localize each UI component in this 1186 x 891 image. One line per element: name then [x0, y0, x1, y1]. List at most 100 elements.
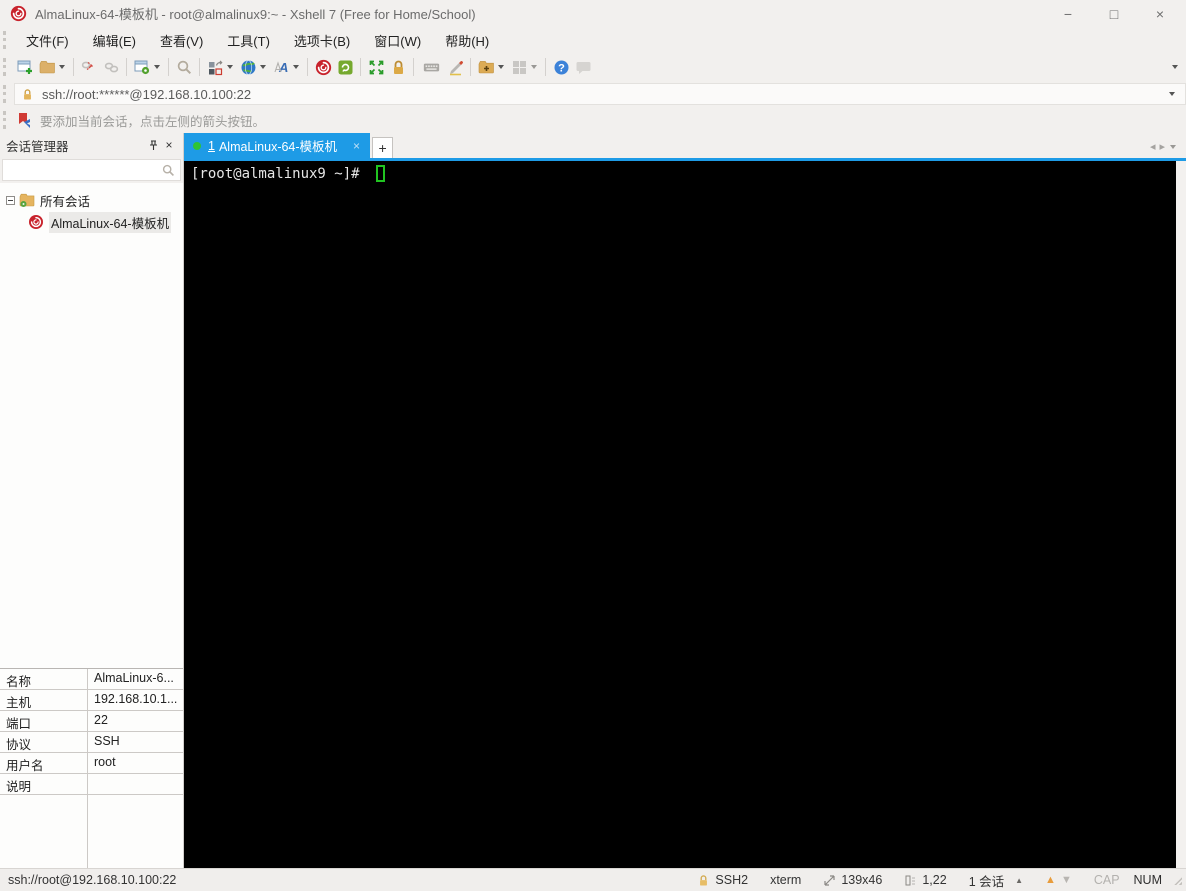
scroll-down-icon[interactable]: ▼: [1061, 874, 1072, 886]
session-manager-panel: 会话管理器 × 所有会话 AlmaLinux-64-模板机 名称 AlmaLin…: [0, 133, 184, 868]
terminal-cursor: [376, 165, 386, 182]
tab-scroll-right-icon[interactable]: ▸: [1159, 140, 1165, 153]
tab-session[interactable]: 1 AlmaLinux-64-模板机 ×: [184, 133, 371, 158]
new-session-icon[interactable]: [14, 55, 36, 79]
tab-scroll-left-icon[interactable]: ◂: [1150, 140, 1156, 153]
status-protocol: SSH2: [697, 873, 748, 887]
close-panel-icon[interactable]: ×: [161, 138, 177, 152]
tab-index: 1: [208, 138, 215, 153]
ssh-lock-icon: [700, 874, 708, 885]
new-tab-button[interactable]: +: [372, 137, 394, 158]
menu-file[interactable]: 文件(F): [16, 28, 79, 53]
addressbar-grip[interactable]: [3, 85, 9, 103]
xshell-button-icon[interactable]: [312, 55, 334, 79]
help-icon[interactable]: ?: [550, 55, 572, 79]
session-list-expand-icon[interactable]: ▲: [1015, 876, 1023, 885]
status-terminal-size: 139x46: [823, 873, 882, 887]
session-properties-dropdown-icon[interactable]: [154, 65, 160, 69]
open-session-dropdown-icon[interactable]: [59, 65, 65, 69]
maximize-button[interactable]: □: [1104, 6, 1124, 22]
toolbar-separator: [73, 58, 74, 76]
lock-screen-icon[interactable]: [387, 55, 409, 79]
tab-list-dropdown-icon[interactable]: [1170, 144, 1176, 149]
menu-help[interactable]: 帮助(H): [435, 28, 499, 53]
encoding-globe-icon[interactable]: [237, 55, 259, 79]
connected-dot-icon: [193, 141, 201, 150]
virtual-keyboard-icon[interactable]: [418, 55, 444, 79]
toolbar-grip[interactable]: [3, 58, 9, 76]
infobar-grip[interactable]: [3, 111, 9, 129]
status-session-count[interactable]: 1 会话 ▲: [969, 871, 1023, 890]
add-session-flag-icon[interactable]: [18, 112, 32, 128]
toolbar-separator: [126, 58, 127, 76]
layout-dropdown-icon[interactable]: [227, 65, 233, 69]
session-manager-title: 会话管理器: [6, 139, 69, 154]
menu-window[interactable]: 窗口(W): [364, 28, 431, 53]
open-session-icon[interactable]: [36, 55, 58, 79]
address-dropdown-icon[interactable]: [1169, 92, 1175, 96]
close-button[interactable]: ×: [1150, 6, 1170, 22]
font-icon[interactable]: A: [270, 55, 292, 79]
pin-panel-icon[interactable]: [145, 139, 161, 151]
tree-session-label[interactable]: AlmaLinux-64-模板机: [49, 211, 172, 233]
layout-icon[interactable]: [204, 55, 226, 79]
info-bar: 要添加当前会话，点击左侧的箭头按钮。: [0, 107, 1186, 133]
status-cursor-position: 1,22: [904, 873, 947, 887]
menu-bar: 文件(F) 编辑(E) 查看(V) 工具(T) 选项卡(B) 窗口(W) 帮助(…: [0, 27, 1186, 53]
tree-node-session[interactable]: AlmaLinux-64-模板机: [0, 211, 183, 233]
find-icon: [173, 55, 195, 79]
toolbar-overflow-icon[interactable]: [1172, 65, 1178, 69]
toolbar-separator: [199, 58, 200, 76]
prop-value: 192.168.10.1...: [94, 692, 178, 706]
tab-close-icon[interactable]: ×: [353, 139, 360, 153]
menu-tools[interactable]: 工具(T): [217, 28, 280, 53]
terminal-area[interactable]: [root@almalinux9 ~]#: [184, 161, 1176, 868]
session-properties-icon[interactable]: [131, 55, 153, 79]
xftp-button-icon[interactable]: [334, 55, 356, 79]
terminal-scrollbar[interactable]: [1176, 161, 1186, 868]
tree-root-label[interactable]: 所有会话: [40, 191, 90, 210]
num-lock-indicator: NUM: [1133, 873, 1162, 887]
reconnect-icon: [100, 55, 122, 79]
session-search-input[interactable]: [2, 159, 181, 181]
tree-node-all-sessions[interactable]: 所有会话: [0, 189, 183, 211]
disconnect-icon: [78, 55, 100, 79]
protocol-label: SSH2: [715, 873, 749, 887]
status-terminal-type[interactable]: xterm: [770, 873, 801, 887]
menu-edit[interactable]: 编辑(E): [83, 28, 146, 53]
table-row: 端口 22: [0, 711, 183, 732]
menu-tabs[interactable]: 选项卡(B): [284, 28, 360, 53]
resize-icon: [824, 874, 835, 886]
table-row: 协议 SSH: [0, 732, 183, 753]
scroll-up-icon[interactable]: ▲: [1045, 874, 1056, 886]
table-row: 用户名 root: [0, 753, 183, 774]
minimize-button[interactable]: −: [1058, 6, 1078, 22]
table-filler: [0, 795, 183, 868]
window-title: AlmaLinux-64-模板机 - root@almalinux9:~ - X…: [35, 7, 476, 22]
new-session-folder-icon[interactable]: [475, 55, 497, 79]
font-dropdown-icon[interactable]: [293, 65, 299, 69]
address-url[interactable]: ssh://root:******@192.168.10.100:22: [42, 87, 251, 102]
fullscreen-icon[interactable]: [365, 55, 387, 79]
session-search-row: [0, 157, 183, 183]
prop-label: 协议: [0, 732, 88, 752]
terminal-prompt: [root@almalinux9 ~]#: [191, 165, 369, 182]
new-folder-dropdown-icon[interactable]: [498, 65, 504, 69]
address-field[interactable]: ssh://root:******@192.168.10.100:22: [14, 83, 1186, 105]
menubar-grip[interactable]: [3, 31, 9, 49]
prop-value: root: [94, 755, 116, 769]
collapse-icon[interactable]: [6, 195, 15, 205]
resize-grip-icon[interactable]: [1172, 875, 1182, 885]
terminal-size-label: 139x46: [841, 873, 883, 887]
caps-lock-indicator: CAP: [1093, 873, 1120, 887]
session-count-label: 1 会话: [968, 874, 1005, 889]
menu-view[interactable]: 查看(V): [150, 28, 213, 53]
encoding-dropdown-icon[interactable]: [260, 65, 266, 69]
session-manager-header: 会话管理器 ×: [0, 133, 183, 157]
compose-pen-icon[interactable]: [444, 55, 466, 79]
title-bar: AlmaLinux-64-模板机 - root@almalinux9:~ - X…: [0, 0, 1186, 27]
session-xshell-icon: [29, 215, 43, 229]
toolbar: A ?: [0, 53, 1186, 81]
toolbar-separator: [413, 58, 414, 76]
prop-value: [88, 774, 183, 794]
